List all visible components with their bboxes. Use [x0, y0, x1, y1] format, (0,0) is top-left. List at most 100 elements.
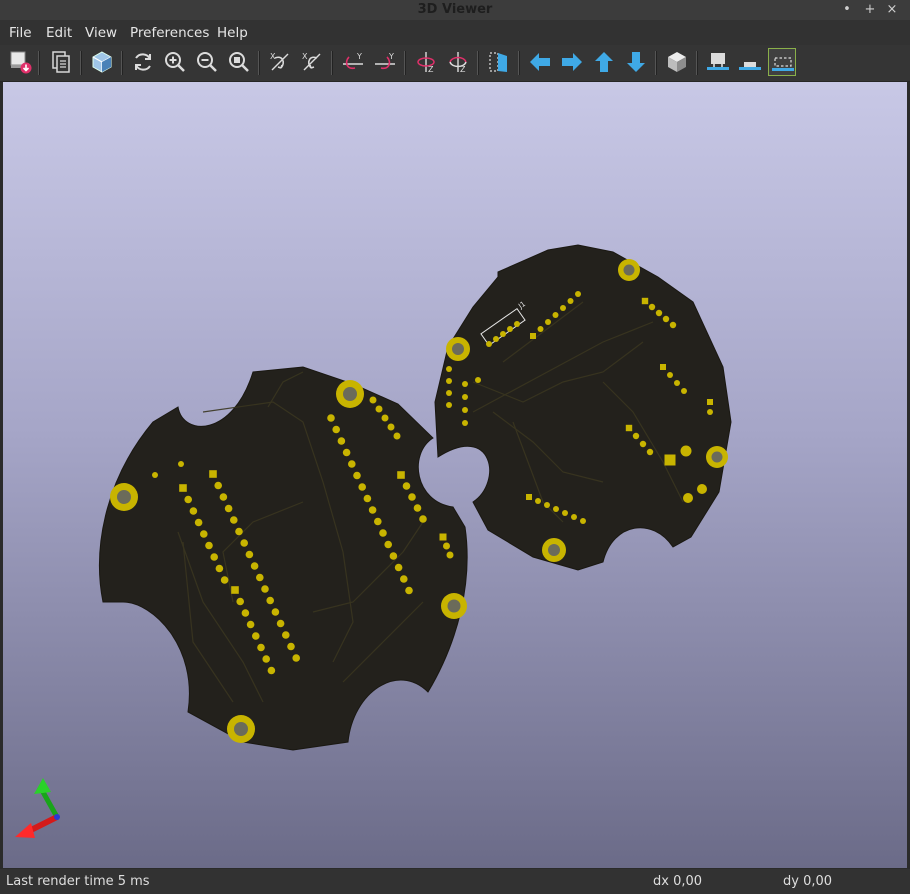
pan-right-icon[interactable]: [558, 48, 586, 76]
pcb-pad: [571, 514, 577, 520]
pcb-pad: [276, 619, 285, 628]
maximize-button[interactable]: +: [861, 1, 879, 19]
pcb-pad: [530, 333, 536, 339]
pcb-pad: [389, 552, 398, 560]
pcb-pad: [363, 494, 372, 503]
pcb-pad: [241, 609, 250, 617]
close-button[interactable]: ×: [883, 1, 901, 19]
pcb-pad: [462, 420, 468, 426]
pcb-pad: [580, 518, 586, 524]
svg-text:Y: Y: [356, 52, 362, 61]
pcb-pad: [446, 378, 452, 384]
pcb-pad: [387, 423, 395, 431]
zoom-in-icon[interactable]: [161, 48, 189, 76]
pcb-pad: [683, 493, 693, 503]
rotate-x-ccw-icon[interactable]: X: [298, 48, 326, 76]
pcb-pad: [446, 551, 454, 559]
pcb-pad: [535, 498, 541, 504]
pcb-pad: [446, 390, 452, 396]
flip-board-icon[interactable]: [485, 48, 513, 76]
pcb-pad: [261, 585, 269, 593]
pcb-pad: [394, 563, 403, 572]
pan-left-icon[interactable]: [526, 48, 554, 76]
pcb-pad: [252, 632, 260, 640]
menu-file[interactable]: File: [9, 25, 32, 41]
pcb-pad: [443, 542, 450, 550]
pcb-pad: [292, 654, 301, 662]
pcb-pad: [648, 303, 656, 311]
pcb-pad: [567, 298, 574, 304]
pcb-pad: [219, 493, 228, 501]
pan-down-icon[interactable]: [622, 48, 650, 76]
copy-clipboard-icon[interactable]: [47, 48, 75, 76]
toggle-tht-icon[interactable]: [704, 48, 732, 76]
pcb-pad: [446, 402, 452, 408]
pcb-pad: [625, 424, 633, 432]
pcb-pad: [707, 399, 713, 405]
pcb-pad: [514, 321, 520, 327]
rotate-z-cw-icon[interactable]: Z: [412, 48, 440, 76]
pcb-pad: [544, 502, 550, 508]
menu-preferences[interactable]: Preferences: [130, 25, 209, 41]
rotate-z-ccw-icon[interactable]: Z: [444, 48, 472, 76]
pcb-pad: [342, 448, 351, 457]
pcb-pad: [210, 553, 218, 561]
svg-text:X: X: [270, 52, 276, 61]
3d-viewport[interactable]: J1: [3, 82, 907, 868]
pcb-pad: [205, 541, 213, 550]
pcb-pad: [493, 336, 499, 342]
menu-view[interactable]: View: [85, 25, 117, 41]
svg-text:Z: Z: [428, 65, 434, 74]
reload-icon[interactable]: [129, 48, 157, 76]
dx-readout: dx 0,00: [653, 874, 703, 889]
pcb-pad: [562, 510, 568, 516]
menu-help[interactable]: Help: [217, 25, 248, 41]
pcb-pad: [475, 377, 481, 383]
raytracing-icon[interactable]: [88, 48, 116, 76]
pcb-pad: [369, 396, 377, 404]
rotate-y-cw-icon[interactable]: Y: [339, 48, 367, 76]
pcb-pad: [327, 414, 335, 422]
pcb-pad: [337, 437, 346, 445]
pcb-pad: [507, 326, 513, 332]
toggle-smd-icon[interactable]: [736, 48, 764, 76]
pcb-pad: [240, 539, 248, 547]
pcb-pad: [235, 527, 243, 536]
svg-text:X: X: [302, 52, 308, 61]
pcb-pad: [537, 326, 544, 332]
pcb-pad: [526, 494, 532, 500]
minimize-button[interactable]: •: [838, 1, 856, 19]
rotate-y-ccw-icon[interactable]: Y: [371, 48, 399, 76]
pcb-pad: [553, 506, 559, 512]
pcb-pad: [262, 655, 271, 663]
pcb-pad: [267, 666, 276, 675]
axis-gizmo: [15, 778, 60, 838]
menu-edit[interactable]: Edit: [46, 25, 72, 41]
pcb-pad: [220, 576, 229, 584]
svg-text:Z: Z: [460, 65, 466, 74]
pcb-pad: [379, 529, 387, 537]
rotate-x-cw-icon[interactable]: X: [266, 48, 294, 76]
toggle-virtual-icon[interactable]: [768, 48, 796, 76]
pcb-pad: [405, 586, 413, 595]
pcb-pad: [282, 631, 290, 639]
pcb-pad: [669, 321, 677, 329]
pan-up-icon[interactable]: [590, 48, 618, 76]
pcb-pad: [214, 481, 222, 490]
pcb-pad: [358, 483, 367, 491]
export-image-icon[interactable]: [6, 48, 34, 76]
pcb-pad: [384, 540, 393, 549]
ortho-icon[interactable]: [663, 48, 691, 76]
zoom-out-icon[interactable]: [193, 48, 221, 76]
pcb-pad: [462, 381, 468, 387]
pcb-pad: [680, 445, 692, 457]
pcb-pad: [552, 312, 559, 318]
pcb-pad: [402, 482, 411, 490]
zoom-fit-icon[interactable]: [225, 48, 253, 76]
pcb-pad: [271, 608, 280, 616]
pcb-pad: [462, 407, 468, 413]
pcb-pad: [178, 461, 184, 467]
pcb-pad: [179, 484, 187, 492]
pcb-pad: [397, 471, 405, 479]
pcb-pad: [462, 394, 468, 400]
